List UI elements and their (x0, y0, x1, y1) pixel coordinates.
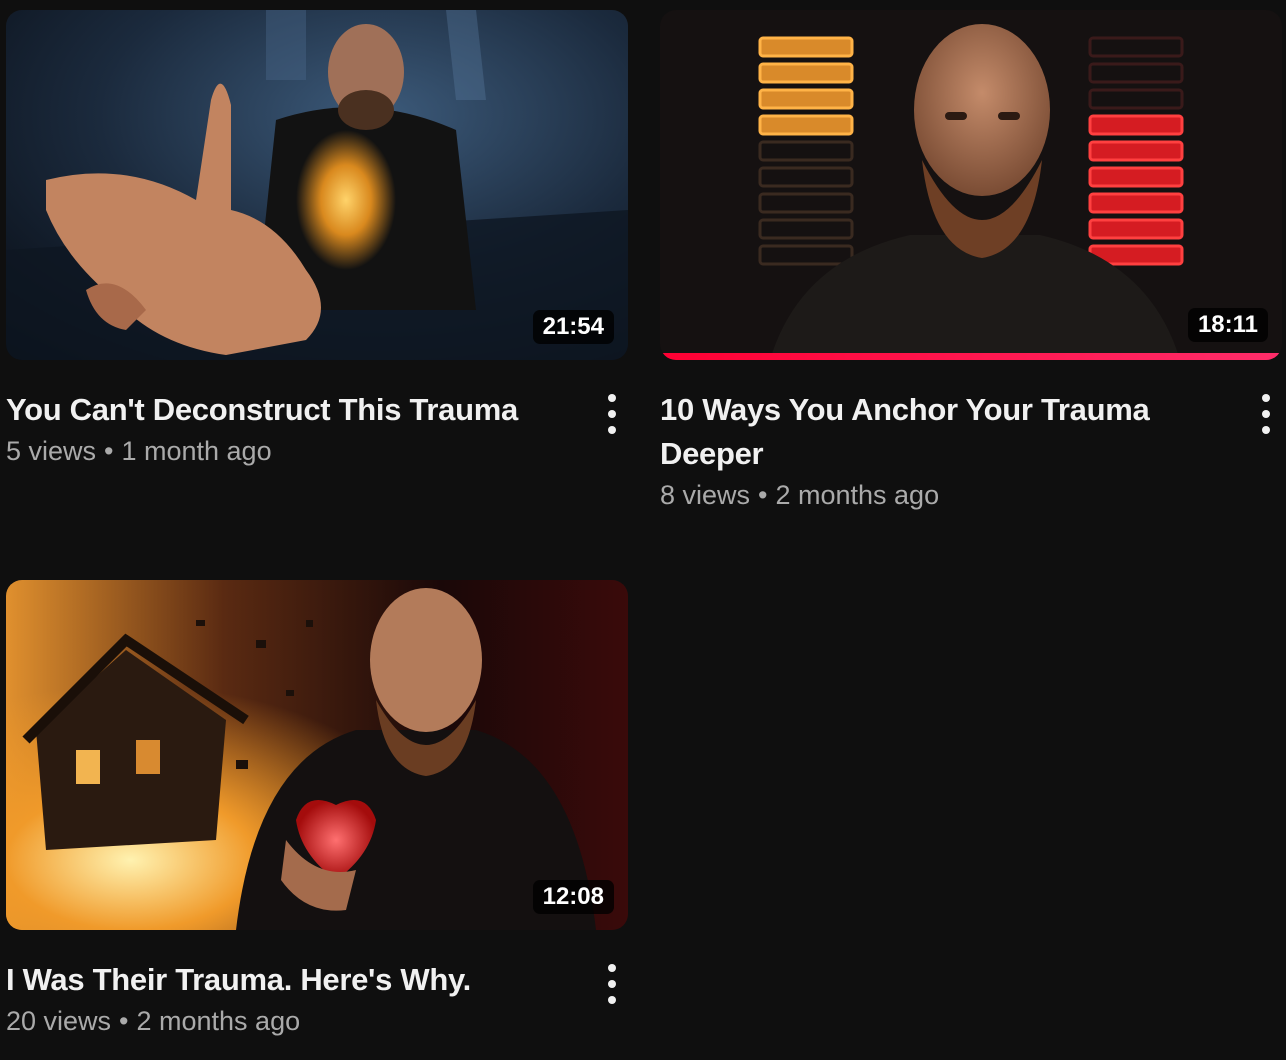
video-card[interactable]: 18:11 10 Ways You Anchor Your Trauma Dee… (660, 10, 1282, 512)
metadata-separator: • (758, 480, 768, 510)
video-thumbnail[interactable]: 21:54 (6, 10, 628, 360)
thumbnail-image (6, 580, 628, 930)
more-vert-icon[interactable] (600, 392, 624, 436)
video-metadata: 5 views • 1 month ago (6, 434, 568, 468)
upload-age: 2 months ago (136, 1006, 301, 1036)
upload-age: 1 month ago (121, 436, 272, 466)
video-duration: 18:11 (1187, 308, 1268, 342)
video-duration: 21:54 (532, 310, 614, 344)
metadata-separator: • (119, 1006, 129, 1036)
view-count: 8 views (660, 480, 751, 510)
video-grid: 21:54 You Can't Deconstruct This Trauma … (0, 0, 1286, 1060)
watch-progress-fill (660, 353, 1282, 360)
thumbnail-image (660, 10, 1282, 360)
video-title[interactable]: 10 Ways You Anchor Your Trauma Deeper (660, 388, 1222, 476)
video-metadata: 20 views • 2 months ago (6, 1004, 568, 1038)
watch-progress-bar (660, 353, 1282, 360)
more-vert-icon[interactable] (1254, 392, 1278, 436)
video-title[interactable]: You Can't Deconstruct This Trauma (6, 388, 568, 432)
view-count: 20 views (6, 1006, 112, 1036)
video-details: I Was Their Trauma. Here's Why. 20 views… (6, 930, 628, 1038)
video-metadata: 8 views • 2 months ago (660, 478, 1222, 512)
thumbnail-image (6, 10, 628, 360)
video-duration: 12:08 (532, 880, 614, 914)
view-count: 5 views (6, 436, 97, 466)
video-card[interactable]: 21:54 You Can't Deconstruct This Trauma … (6, 10, 628, 468)
video-thumbnail[interactable]: 18:11 (660, 10, 1282, 360)
video-card[interactable]: 12:08 I Was Their Trauma. Here's Why. 20… (6, 580, 628, 1038)
metadata-separator: • (104, 436, 114, 466)
video-thumbnail[interactable]: 12:08 (6, 580, 628, 930)
upload-age: 2 months ago (775, 480, 940, 510)
more-vert-icon[interactable] (600, 962, 624, 1006)
video-details: You Can't Deconstruct This Trauma 5 view… (6, 360, 628, 468)
video-details: 10 Ways You Anchor Your Trauma Deeper 8 … (660, 360, 1282, 512)
video-title[interactable]: I Was Their Trauma. Here's Why. (6, 958, 568, 1002)
